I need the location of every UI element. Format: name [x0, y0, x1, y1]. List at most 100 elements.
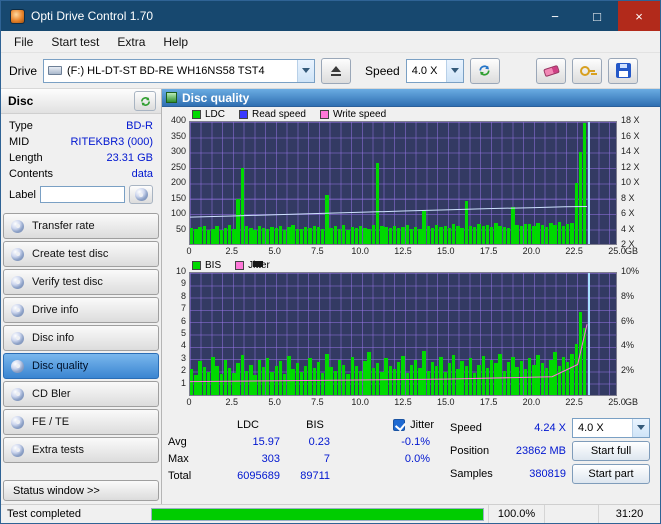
axis-tick: 10% — [621, 266, 640, 277]
cd-bler-icon — [11, 387, 24, 401]
disc-label-row: Label — [1, 182, 161, 209]
axis-tick: 2.5 — [225, 246, 239, 256]
bis-x-axis: 0 2.5 5.0 7.5 10.0 12.5 15.0 17.5 20.0 22.5 25.0 GB — [186, 396, 638, 409]
status-window-button[interactable]: Status window >> — [3, 480, 159, 501]
eject-button[interactable] — [321, 57, 352, 84]
avg-row-label: Avg — [168, 435, 187, 448]
axis-tick: 25.0 — [608, 246, 626, 256]
avg-ldc-value: 15.97 — [252, 435, 280, 448]
sidebar-item-label: Verify test disc — [32, 276, 103, 288]
page-title: Disc quality — [182, 90, 250, 105]
axis-tick: 15.0 — [437, 246, 455, 256]
axis-tick: 100 — [170, 208, 186, 219]
drive-select[interactable]: (F:) HL-DT-ST BD-RE WH16NS58 TST4 — [43, 58, 316, 83]
write-speed-swatch — [319, 109, 329, 119]
disc-contents-row: Contents data — [9, 166, 153, 182]
max-jitter-value: 0.0% — [404, 452, 430, 465]
ldc-chart-block: 400 350 300 250 200 150 100 50 18 X 16 X 14 X 12 X… — [162, 116, 660, 249]
jitter-checkbox[interactable] — [393, 418, 406, 431]
total-bis-value: 89711 — [300, 469, 330, 482]
quality-speed-select[interactable]: 4.0 X — [572, 417, 650, 438]
ldc-y-axis-left: 400 350 300 250 200 150 100 50 — [162, 116, 189, 245]
maximize-button[interactable]: □ — [576, 1, 618, 31]
axis-tick: 9 — [180, 278, 186, 289]
extra-tests-icon — [11, 443, 24, 457]
axis-tick: 18 X — [621, 115, 640, 126]
sidebar-item-cd-bler[interactable]: CD Bler — [3, 381, 159, 407]
refresh-button[interactable] — [469, 57, 500, 84]
disc-length-label: Length — [9, 152, 43, 164]
app-window: Opti Drive Control 1.70 − □ × File Start… — [0, 0, 661, 524]
close-button[interactable]: × — [618, 1, 660, 31]
chevron-down-icon[interactable] — [445, 59, 463, 82]
axis-tick: 12 X — [621, 161, 640, 172]
axis-tick: 50 — [175, 223, 186, 234]
toolbar-icon-group — [536, 57, 638, 84]
speed-select[interactable]: 4.0 X — [405, 58, 464, 83]
axis-tick: 10.0 — [351, 246, 369, 256]
menu-help[interactable]: Help — [154, 33, 197, 51]
position-marker[interactable] — [253, 261, 264, 267]
axis-tick: 2 — [180, 365, 186, 376]
total-row-label: Total — [168, 469, 192, 482]
main-panel: Disc quality LDC Read speed Write speed … — [162, 89, 660, 504]
start-full-button[interactable]: Start full — [572, 440, 650, 461]
eject-icon — [331, 65, 342, 76]
window-title: Opti Drive Control 1.70 — [31, 9, 154, 23]
axis-tick: 4 — [180, 340, 186, 351]
axis-tick: 1 — [180, 377, 186, 388]
sidebar-item-transfer-rate[interactable]: Transfer rate — [3, 213, 159, 239]
max-row-label: Max — [168, 452, 189, 465]
axis-tick: 6 X — [621, 208, 635, 219]
quality-speed-value: 4.0 X — [578, 421, 604, 434]
read-speed-legend-label: Read speed — [252, 108, 306, 120]
sidebar-item-label: Drive info — [32, 304, 79, 316]
content: Disc Type BD-R MID RITEKBR3 (000) Length… — [1, 89, 660, 504]
menu-file[interactable]: File — [5, 33, 42, 51]
sidebar-item-fe-te[interactable]: FE / TE — [3, 409, 159, 435]
axis-tick: 8 — [180, 290, 186, 301]
sidebar-item-verify-test-disc[interactable]: Verify test disc — [3, 269, 159, 295]
eraser-icon — [542, 64, 560, 77]
axis-tick: 16 X — [621, 130, 640, 141]
sidebar-item-extra-tests[interactable]: Extra tests — [3, 437, 159, 463]
axis-tick: 150 — [170, 192, 186, 203]
disc-label-caption: Label — [9, 188, 36, 201]
sidebar-item-disc-info[interactable]: Disc info — [3, 325, 159, 351]
save-button[interactable] — [608, 57, 638, 84]
disc-quality-icon — [11, 359, 24, 373]
disc-refresh-button[interactable] — [134, 91, 156, 111]
fe-te-icon — [11, 415, 24, 429]
sidebar-item-drive-info[interactable]: Drive info — [3, 297, 159, 323]
titlebar: Opti Drive Control 1.70 − □ × — [1, 1, 660, 31]
max-bis-value: 7 — [323, 452, 330, 465]
sidebar-item-disc-quality[interactable]: Disc quality — [3, 353, 159, 379]
window-controls: − □ × — [534, 1, 660, 31]
ldc-legend-label: LDC — [205, 108, 226, 120]
keys-button[interactable] — [572, 57, 602, 84]
read-speed-line — [190, 122, 616, 244]
ldc-chart — [189, 121, 617, 245]
position-cursor — [588, 122, 591, 244]
disc-panel-header: Disc — [1, 89, 161, 114]
menu-start-test[interactable]: Start test — [42, 33, 108, 51]
max-ldc-value: 303 — [261, 452, 280, 465]
disc-label-input[interactable] — [39, 186, 125, 203]
sidebar-item-create-test-disc[interactable]: Create test disc — [3, 241, 159, 267]
read-speed-swatch — [239, 109, 249, 119]
legend-bottom: BIS Jitter — [162, 258, 660, 272]
axis-tick: 300 — [170, 146, 186, 157]
speed-select-value: 4.0 X — [411, 64, 438, 77]
drive-icon — [48, 66, 63, 75]
start-part-button[interactable]: Start part — [572, 463, 650, 484]
axis-tick: 25.0 — [608, 397, 626, 407]
statusbar: Test completed 100.0% 31:20 — [1, 504, 660, 523]
chevron-down-icon[interactable] — [632, 418, 649, 437]
minimize-button[interactable]: − — [534, 1, 576, 31]
write-label-button[interactable] — [129, 185, 153, 204]
erase-disc-button[interactable] — [536, 57, 566, 84]
menu-extra[interactable]: Extra — [108, 33, 154, 51]
drive-select-value: (F:) HL-DT-ST BD-RE WH16NS58 TST4 — [67, 64, 265, 77]
chevron-down-icon[interactable] — [297, 59, 315, 82]
